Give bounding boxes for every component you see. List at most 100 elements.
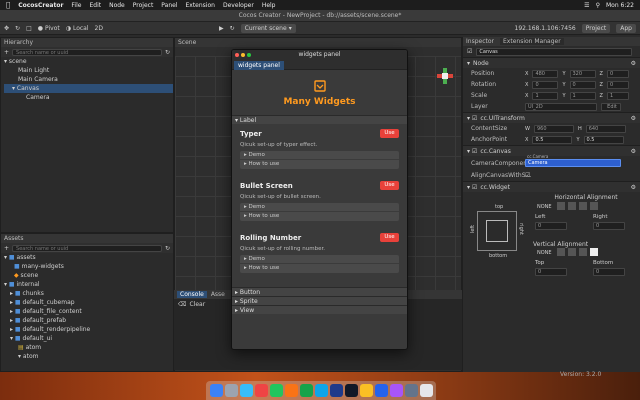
scale-x-input[interactable]: 1 <box>532 91 559 100</box>
console-tab[interactable]: Console <box>177 291 207 298</box>
asset-item[interactable]: ▸ ■ default_renderpipeline <box>4 325 173 334</box>
asset-item[interactable]: ▾ atom <box>4 352 173 361</box>
wechat-icon[interactable] <box>299 384 313 397</box>
asset-item[interactable]: ◆ scene <box>4 271 173 280</box>
align-center-button[interactable] <box>568 202 576 210</box>
inspector-tab[interactable]: Inspector <box>466 38 494 45</box>
messages-icon[interactable] <box>269 384 283 397</box>
position-y-input[interactable]: 320 <box>569 69 596 78</box>
camera-component-field[interactable]: cc.Camera Camera <box>525 154 621 167</box>
close-window-button[interactable] <box>235 53 239 57</box>
mode-2d-toggle[interactable]: 2D <box>95 25 103 32</box>
align-right-button[interactable] <box>579 202 587 210</box>
cocos-icon[interactable] <box>374 384 388 397</box>
howto-expander[interactable]: ▸ How to use <box>240 212 399 221</box>
rotation-z-input[interactable]: 0 <box>606 80 629 89</box>
refresh-button[interactable]: ↻ <box>230 25 235 32</box>
demo-expander[interactable]: ▸ Demo <box>240 203 399 212</box>
minimize-window-button[interactable] <box>241 53 245 57</box>
menu-node[interactable]: Node <box>109 2 125 9</box>
view-group-header[interactable]: ▸ View <box>232 305 407 314</box>
add-node-icon[interactable]: + <box>4 49 9 56</box>
align-left-button[interactable] <box>557 202 565 210</box>
assets-preview-tab[interactable]: Asse <box>211 291 225 298</box>
gear-icon[interactable]: ⚙ <box>631 60 636 67</box>
add-asset-icon[interactable]: + <box>4 245 9 252</box>
asset-item[interactable]: ▾ ■ assets <box>4 253 173 262</box>
terminal-icon[interactable] <box>344 384 358 397</box>
settings-icon[interactable] <box>404 384 418 397</box>
menu-project[interactable]: Project <box>133 2 154 9</box>
project-button[interactable]: Project <box>581 23 611 33</box>
safari-icon[interactable] <box>239 384 253 397</box>
gear-icon[interactable]: ⚙ <box>631 148 636 155</box>
gear-icon[interactable]: ⚙ <box>631 184 636 191</box>
finder-icon[interactable] <box>209 384 223 397</box>
scene-tab[interactable]: Scene <box>178 39 196 46</box>
button-group-header[interactable]: ▸ Button <box>232 287 407 296</box>
camera-component-value[interactable]: Camera <box>525 159 621 167</box>
scene-select[interactable]: Current scene ▾ <box>240 23 296 33</box>
asset-item[interactable]: ▸ ■ chunks <box>4 289 173 298</box>
asset-item[interactable]: ▾ ■ default_ui <box>4 334 173 343</box>
horizontal-none-button[interactable]: NONE <box>537 204 552 210</box>
label-group-header[interactable]: ▾ Label <box>232 115 407 124</box>
vertical-none-button[interactable]: NONE <box>537 250 552 256</box>
tree-node-canvas[interactable]: ▾ Canvas <box>4 84 173 93</box>
assets-search-input[interactable]: Search name or uuid <box>12 244 162 252</box>
widget-section[interactable]: ▾ ☑ cc.Widget ⚙ <box>463 181 640 192</box>
menu-help[interactable]: Help <box>262 2 276 9</box>
content-height-input[interactable]: 640 <box>585 124 626 133</box>
pivot-toggle[interactable]: ● Pivot <box>38 25 60 32</box>
uitransform-section[interactable]: ▾ ☑ cc.UITransform ⚙ <box>463 112 640 123</box>
transform-rotate-button[interactable]: ↻ <box>15 25 20 32</box>
hierarchy-search-input[interactable]: Search name or uuid <box>12 48 162 56</box>
content-width-input[interactable]: 960 <box>533 124 574 133</box>
demo-expander[interactable]: ▸ Demo <box>240 151 399 160</box>
search-icon[interactable]: ⚲ <box>596 2 600 9</box>
layer-select[interactable]: UI_2D <box>525 102 597 111</box>
wifi-icon[interactable]: ☰ <box>584 2 589 9</box>
alignment-box[interactable] <box>477 211 517 251</box>
rotation-x-input[interactable]: 0 <box>532 80 559 89</box>
anchor-y-input[interactable]: 0.5 <box>583 135 624 144</box>
node-name-input[interactable]: Canvas <box>476 47 632 56</box>
transform-move-button[interactable]: ✥ <box>4 25 9 32</box>
node-section[interactable]: ▾ Node ⚙ <box>463 57 640 68</box>
gear-icon[interactable]: ⚙ <box>631 115 636 122</box>
use-typer-button[interactable]: Use <box>380 129 399 138</box>
align-canvas-checkbox[interactable]: ☑ <box>525 172 530 179</box>
asset-item[interactable]: ▤ atom <box>4 343 173 352</box>
tree-node-main-camera[interactable]: Main Camera <box>4 75 173 84</box>
scale-z-input[interactable]: 1 <box>606 91 629 100</box>
clear-button[interactable]: Clear <box>189 301 205 308</box>
sprite-group-header[interactable]: ▸ Sprite <box>232 296 407 305</box>
apple-icon[interactable]:  <box>6 1 10 9</box>
widgets-panel-tab[interactable]: widgets panel <box>234 61 284 70</box>
align-middle-button[interactable] <box>568 248 576 256</box>
align-top-button[interactable] <box>557 248 565 256</box>
menu-developer[interactable]: Developer <box>223 2 254 9</box>
tree-node-camera[interactable]: Camera <box>4 93 173 102</box>
launchpad-icon[interactable] <box>224 384 238 397</box>
menu-panel[interactable]: Panel <box>161 2 177 9</box>
position-z-input[interactable]: 0 <box>606 69 629 78</box>
tree-node-scene[interactable]: ▾ scene <box>4 57 173 66</box>
top-input[interactable]: 0 <box>535 268 567 276</box>
asset-item[interactable]: ▾ ■ internal <box>4 280 173 289</box>
align-stretch-button[interactable] <box>590 202 598 210</box>
asset-item[interactable]: ■ many-widgets <box>4 262 173 271</box>
refresh-icon[interactable]: ↻ <box>165 49 170 56</box>
notes-icon[interactable] <box>359 384 373 397</box>
menu-file[interactable]: File <box>71 2 81 9</box>
trash-icon[interactable] <box>419 384 433 397</box>
extension-manager-tab[interactable]: Extension Manager <box>500 38 564 45</box>
gif-icon[interactable] <box>389 384 403 397</box>
view-gizmo[interactable] <box>437 68 453 84</box>
menu-edit[interactable]: Edit <box>89 2 101 9</box>
howto-expander[interactable]: ▸ How to use <box>240 160 399 169</box>
howto-expander[interactable]: ▸ How to use <box>240 264 399 273</box>
asset-item[interactable]: ▸ ■ default_prefab <box>4 316 173 325</box>
local-toggle[interactable]: ◑ Local <box>66 25 89 32</box>
transform-scale-button[interactable]: □ <box>26 25 32 32</box>
